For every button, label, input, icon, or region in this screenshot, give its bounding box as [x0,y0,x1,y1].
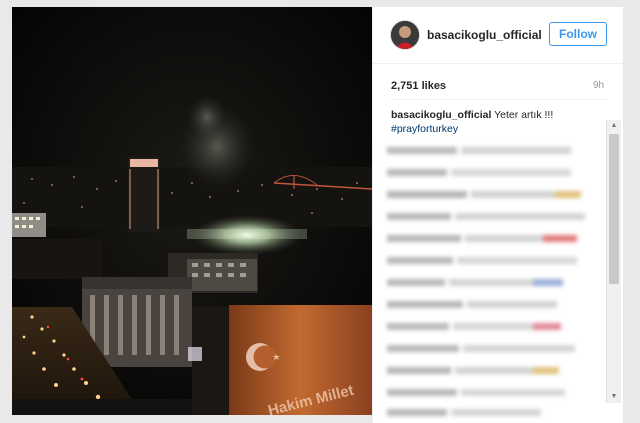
username-link[interactable]: basacikoglu_official [427,28,542,42]
caption-username[interactable]: basacikoglu_official [391,109,491,121]
comments-scrollbar[interactable]: ▲ ▼ [606,120,621,403]
divider [391,99,607,100]
post-header: basacikoglu_official Follow [373,7,623,64]
scroll-thumb[interactable] [609,134,619,284]
post-frame: Hakim Millet basacikoglu_official Follow… [0,0,640,423]
caption: basacikoglu_official Yeter artık !!! #pr… [391,108,611,136]
avatar[interactable] [390,20,420,50]
scroll-down-arrow-icon[interactable]: ▼ [607,391,621,403]
scroll-up-arrow-icon[interactable]: ▲ [607,120,621,132]
post-photo[interactable]: Hakim Millet [12,7,372,415]
blurred-comments [383,137,605,419]
post-side-panel: basacikoglu_official Follow 2,751 likes … [372,7,623,423]
post-age: 9h [593,80,605,91]
likes-count[interactable]: 2,751 likes [391,80,446,92]
hashtag-link[interactable]: #prayforturkey [391,122,611,136]
follow-button[interactable]: Follow [549,22,607,46]
caption-text: Yeter artık !!! [494,109,554,121]
